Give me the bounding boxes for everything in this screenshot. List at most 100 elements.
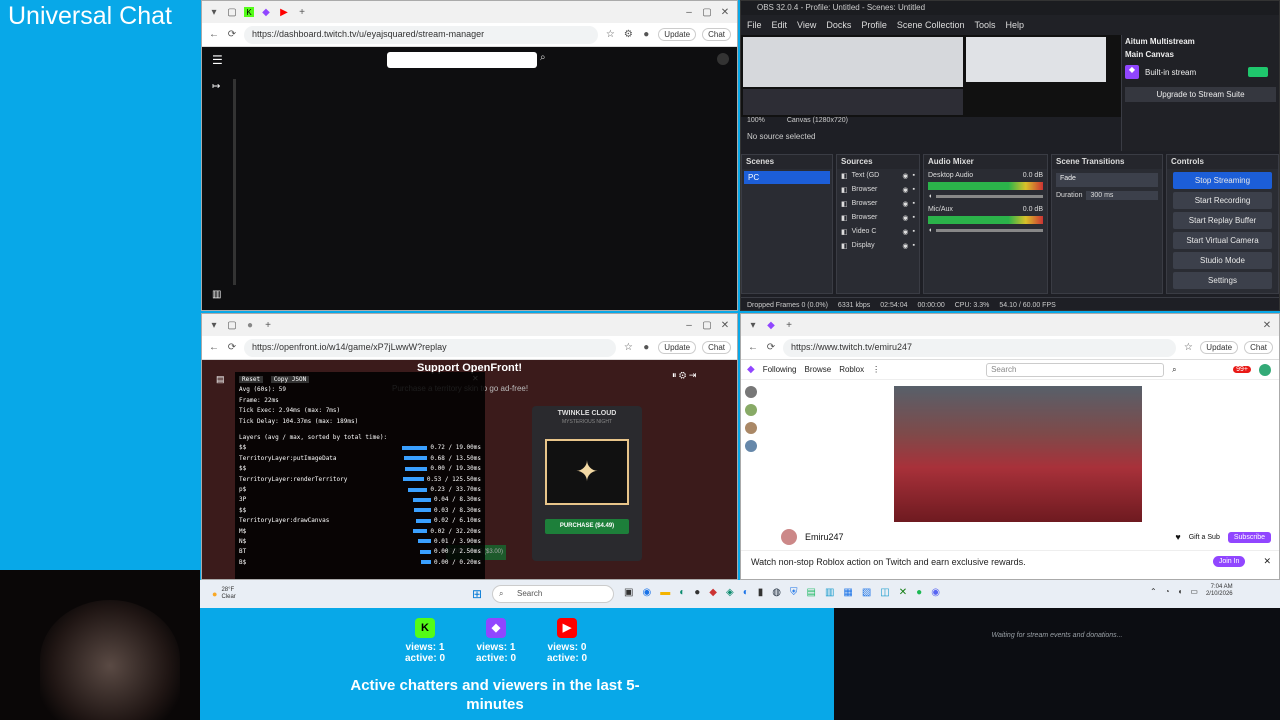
- exit-icon[interactable]: ⇥: [689, 370, 697, 380]
- minimize-icon[interactable]: –: [683, 319, 695, 331]
- lock-icon[interactable]: ▪: [913, 200, 915, 208]
- purchase-button-right[interactable]: PURCHASE ($4.49): [545, 519, 629, 534]
- zoom-level[interactable]: 100%: [747, 117, 765, 124]
- channel-avatar[interactable]: [745, 404, 757, 416]
- update-button[interactable]: Update: [658, 28, 697, 41]
- copilot-chat-button[interactable]: Chat: [1244, 341, 1273, 354]
- nav-browse[interactable]: Browse: [805, 365, 832, 374]
- favorite-icon[interactable]: ☆: [604, 29, 616, 41]
- menu-help[interactable]: Help: [1005, 20, 1024, 30]
- maximize-icon[interactable]: ▢: [701, 319, 713, 331]
- app-icon[interactable]: ◆: [709, 587, 717, 598]
- tab-actions-icon[interactable]: ▾: [208, 6, 220, 18]
- weather-widget[interactable]: 28°F Clear: [221, 587, 235, 601]
- avatar[interactable]: [781, 529, 797, 545]
- back-icon[interactable]: ←: [747, 342, 759, 354]
- kick-tab-icon[interactable]: K: [244, 7, 254, 17]
- visibility-icon[interactable]: ◉: [902, 200, 908, 208]
- visibility-icon[interactable]: ◉: [902, 228, 908, 236]
- url-field[interactable]: https://openfront.io/w14/game/xP7jLwwW?r…: [244, 338, 617, 357]
- channel-avatar[interactable]: [745, 386, 757, 398]
- volume-icon[interactable]: ◖: [1178, 587, 1183, 596]
- edge-icon[interactable]: ◐: [743, 587, 749, 598]
- visibility-icon[interactable]: ◉: [902, 214, 908, 222]
- volume-slider[interactable]: [936, 229, 1043, 232]
- maximize-icon[interactable]: ▢: [701, 6, 713, 18]
- more-icon[interactable]: ⋮: [872, 365, 880, 374]
- lock-icon[interactable]: ▪: [913, 214, 915, 222]
- taskbar-search[interactable]: ⌕ Search: [492, 585, 614, 603]
- reload-icon[interactable]: ⟳: [226, 29, 238, 41]
- discord-icon[interactable]: ◉: [931, 587, 940, 598]
- reload-icon[interactable]: ⟳: [765, 342, 777, 354]
- search-icon[interactable]: ⌕: [540, 52, 546, 63]
- start-icon[interactable]: ⊞: [472, 587, 482, 601]
- book-icon[interactable]: ▥: [212, 289, 221, 300]
- sidebar-icon[interactable]: ▢: [226, 6, 238, 18]
- app-icon[interactable]: ◈: [726, 587, 734, 598]
- dashboard-search-input[interactable]: [387, 52, 537, 68]
- visibility-icon[interactable]: ◉: [902, 186, 908, 194]
- source-item[interactable]: ◧ Text (GD ◉ ▪: [837, 169, 919, 183]
- source-item[interactable]: ◧ Browser ◉ ▪: [837, 211, 919, 225]
- network-icon[interactable]: ◔: [1165, 587, 1170, 596]
- control-button[interactable]: Start Replay Buffer: [1173, 212, 1272, 229]
- notification-badge[interactable]: 99+: [1233, 366, 1251, 373]
- profile-icon[interactable]: ●: [640, 342, 652, 354]
- stream-video[interactable]: [894, 386, 1142, 522]
- copy-json-button[interactable]: Copy JSON: [270, 376, 310, 383]
- speaker-icon[interactable]: ◖: [928, 227, 932, 234]
- source-item[interactable]: ◧ Browser ◉ ▪: [837, 197, 919, 211]
- menu-file[interactable]: File: [747, 20, 762, 30]
- menu-icon[interactable]: ☰: [212, 53, 223, 67]
- spotify-icon[interactable]: ●: [916, 587, 922, 598]
- transition-select[interactable]: Fade: [1056, 173, 1158, 187]
- twitch-tab-icon[interactable]: ◆: [765, 319, 777, 331]
- close-icon[interactable]: ✕: [719, 6, 731, 18]
- profile-icon[interactable]: ●: [640, 29, 652, 41]
- visibility-icon[interactable]: ◉: [902, 172, 908, 180]
- close-icon[interactable]: ✕: [719, 319, 731, 331]
- streamer-name[interactable]: Emiru247: [805, 532, 1167, 542]
- scene-item[interactable]: PC: [744, 171, 830, 184]
- back-icon[interactable]: ←: [208, 342, 220, 354]
- menu-profile[interactable]: Profile: [861, 20, 887, 30]
- duration-input[interactable]: 300 ms: [1086, 191, 1158, 200]
- minimize-icon[interactable]: –: [683, 6, 695, 18]
- file-explorer-icon[interactable]: ▬: [660, 587, 670, 598]
- obs-preview[interactable]: [741, 35, 1121, 117]
- channel-avatar[interactable]: [745, 422, 757, 434]
- favorite-icon[interactable]: ☆: [622, 342, 634, 354]
- heart-icon[interactable]: ♥: [1175, 532, 1180, 542]
- twitch-logo-icon[interactable]: ◆: [747, 364, 755, 375]
- avatar[interactable]: [717, 53, 729, 65]
- weather-icon[interactable]: ●: [212, 589, 217, 599]
- nav-roblox[interactable]: Roblox: [839, 365, 864, 374]
- update-button[interactable]: Update: [658, 341, 697, 354]
- tab-actions-icon[interactable]: ▾: [747, 319, 759, 331]
- lock-icon[interactable]: ▪: [913, 242, 915, 250]
- reload-icon[interactable]: ⟳: [226, 342, 238, 354]
- reset-button[interactable]: Reset: [239, 376, 264, 383]
- app-icon[interactable]: ▦: [843, 587, 852, 598]
- avatar[interactable]: [1259, 363, 1271, 376]
- app-icon[interactable]: ◫: [880, 587, 889, 598]
- chrome-icon[interactable]: ◉: [642, 587, 651, 598]
- update-button[interactable]: Update: [1200, 341, 1239, 354]
- menu-scene-collection[interactable]: Scene Collection: [897, 20, 965, 30]
- lock-icon[interactable]: ▪: [913, 186, 915, 194]
- tray-arrow-icon[interactable]: ⌃: [1150, 587, 1157, 596]
- url-field[interactable]: https://www.twitch.tv/emiru247: [783, 338, 1177, 357]
- app-icon[interactable]: ▧: [862, 587, 871, 598]
- steam-icon[interactable]: ◍: [772, 587, 781, 598]
- battery-icon[interactable]: ▭: [1190, 587, 1198, 596]
- new-tab-icon[interactable]: +: [262, 319, 274, 331]
- new-tab-icon[interactable]: +: [783, 319, 795, 331]
- subscribe-button[interactable]: Subscribe: [1227, 531, 1271, 543]
- visibility-icon[interactable]: ◉: [902, 242, 908, 250]
- menu-tools[interactable]: Tools: [974, 20, 995, 30]
- back-icon[interactable]: ←: [208, 29, 220, 41]
- url-field[interactable]: https://dashboard.twitch.tv/u/eyajsquare…: [244, 25, 599, 44]
- settings-icon[interactable]: ⚙: [679, 370, 686, 380]
- channel-avatar[interactable]: [745, 440, 757, 452]
